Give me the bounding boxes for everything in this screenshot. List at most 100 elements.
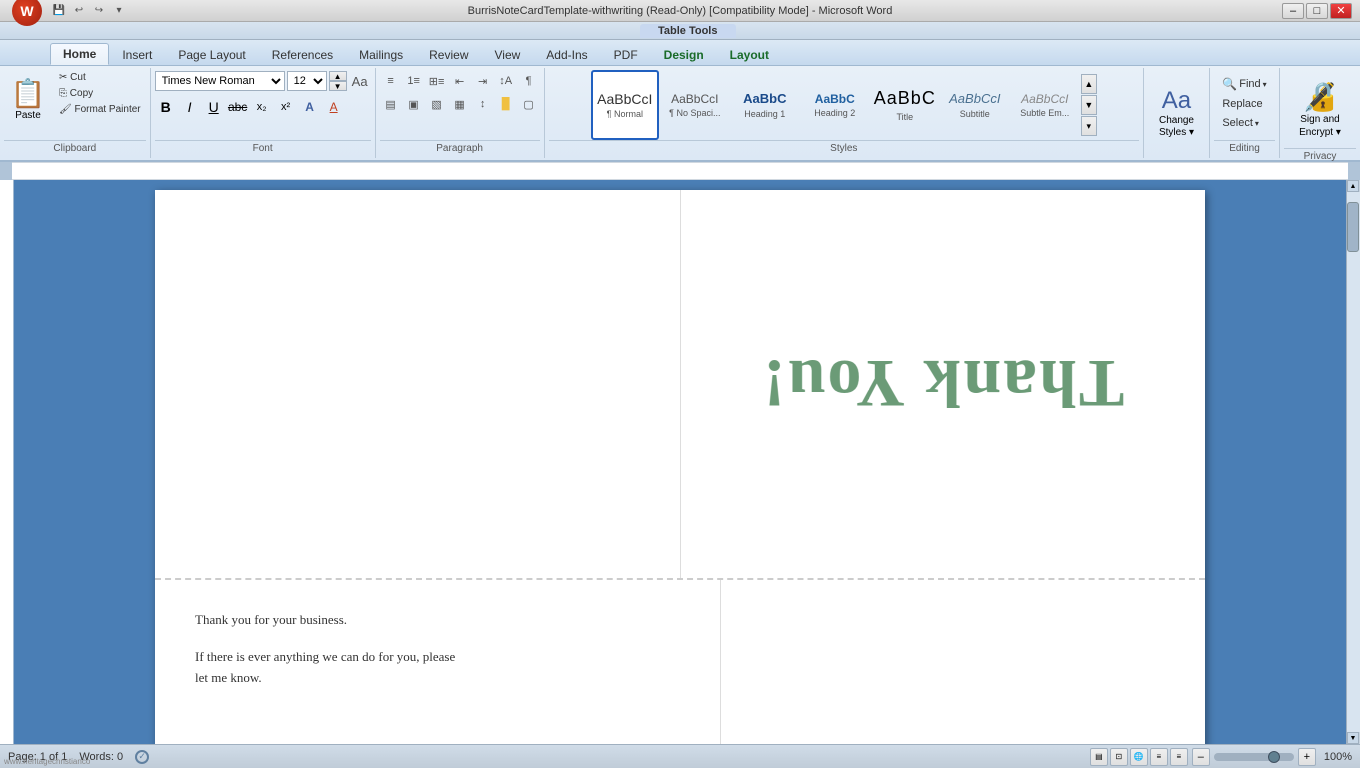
font-name-select[interactable]: Times New Roman	[155, 71, 285, 91]
zoom-slider[interactable]	[1214, 753, 1294, 761]
style-subtle-emphasis[interactable]: AaBbCcI Subtle Em...	[1011, 70, 1079, 140]
justify-button[interactable]: ▦	[449, 93, 471, 115]
tab-pdf[interactable]: PDF	[601, 44, 651, 65]
tab-page-layout[interactable]: Page Layout	[165, 44, 258, 65]
doc-text-line2: If there is ever anything we can do for …	[195, 647, 680, 668]
style-normal[interactable]: AaBbCcI ¶ Normal	[591, 70, 659, 140]
numbered-list-button[interactable]: 1≡	[403, 70, 425, 92]
align-right-button[interactable]: ▧	[426, 93, 448, 115]
spelling-check-icon[interactable]: ✓	[135, 750, 149, 764]
tab-review[interactable]: Review	[416, 44, 481, 65]
copy-button[interactable]: ⎘ Copy	[54, 86, 146, 101]
styles-scroll-down[interactable]: ▼	[1081, 95, 1097, 115]
tab-design[interactable]: Design	[651, 44, 717, 65]
align-center-button[interactable]: ▣	[403, 93, 425, 115]
customize-button[interactable]: ▾	[110, 2, 128, 20]
clear-format-button[interactable]: Aa	[349, 70, 371, 92]
find-button[interactable]: 🔍 Find ▾	[1217, 74, 1271, 94]
zoom-out-button[interactable]: –	[1192, 748, 1210, 766]
quick-access-toolbar: 💾 ↩ ↪ ▾	[50, 2, 128, 20]
save-button[interactable]: 💾	[50, 2, 68, 20]
maximize-button[interactable]: □	[1306, 3, 1328, 19]
sign-encrypt-button[interactable]: 🔏 Sign andEncrypt ▾	[1290, 74, 1350, 144]
paste-button[interactable]: 📋 Paste	[4, 70, 52, 128]
font-size-select[interactable]: 12	[287, 71, 327, 91]
shading-button[interactable]: █	[495, 93, 517, 115]
tab-layout[interactable]: Layout	[717, 44, 782, 65]
tab-home[interactable]: Home	[50, 43, 109, 65]
multilevel-list-button[interactable]: ⊞≡	[426, 70, 448, 92]
italic-button[interactable]: I	[179, 96, 201, 118]
scroll-track[interactable]	[1347, 192, 1360, 732]
font-label: Font	[155, 140, 371, 156]
print-layout-button[interactable]: ▤	[1090, 748, 1108, 766]
underline-button[interactable]: U	[203, 96, 225, 118]
ruler-left-margin	[0, 162, 12, 180]
change-styles-button[interactable]: Aa ChangeStyles ▾	[1152, 84, 1201, 142]
bold-button[interactable]: B	[155, 96, 177, 118]
styles-label: Styles	[549, 140, 1139, 156]
format-painter-button[interactable]: 🖌 Format Painter	[54, 102, 146, 117]
increase-indent-button[interactable]: ⇥	[472, 70, 494, 92]
superscript-button[interactable]: x²	[275, 96, 297, 118]
font-size-decrease-button[interactable]: ▼	[329, 81, 347, 91]
scroll-down-button[interactable]: ▼	[1347, 732, 1359, 744]
sign-encrypt-group: 🔏 Sign andEncrypt ▾ Privacy	[1280, 68, 1360, 158]
zoom-thumb[interactable]	[1268, 751, 1280, 763]
strikethrough-button[interactable]: abc	[227, 96, 249, 118]
decrease-indent-button[interactable]: ⇤	[449, 70, 471, 92]
tab-view[interactable]: View	[482, 44, 534, 65]
replace-button[interactable]: Replace	[1217, 95, 1271, 113]
tab-references[interactable]: References	[259, 44, 346, 65]
office-button[interactable]: W	[12, 0, 42, 26]
tab-mailings[interactable]: Mailings	[346, 44, 416, 65]
text-highlight-button[interactable]: A	[299, 96, 321, 118]
tab-insert[interactable]: Insert	[109, 44, 165, 65]
web-layout-button[interactable]: 🌐	[1130, 748, 1148, 766]
show-formatting-button[interactable]: ¶	[518, 70, 540, 92]
ribbon: 📋 Paste ✂ Cut ⎘ Copy 🖌 Format Painter Cl…	[0, 66, 1360, 162]
subscript-button[interactable]: x₂	[251, 96, 273, 118]
paste-label: Paste	[15, 110, 41, 121]
styles-scroll-up[interactable]: ▲	[1081, 74, 1097, 94]
style-title[interactable]: AaBbC Title	[871, 70, 939, 140]
vertical-scrollbar[interactable]: ▲ ▼	[1346, 180, 1360, 744]
undo-button[interactable]: ↩	[70, 2, 88, 20]
cut-button[interactable]: ✂ Cut	[54, 70, 146, 85]
style-h2-preview: AaBbC	[815, 92, 855, 106]
style-heading2[interactable]: AaBbC Heading 2	[801, 70, 869, 140]
scroll-thumb[interactable]	[1347, 202, 1359, 252]
styles-scroll-buttons: ▲ ▼ ▾	[1081, 74, 1097, 136]
page-top-left	[155, 190, 681, 578]
sort-button[interactable]: ↕A	[495, 70, 517, 92]
font-size-increase-button[interactable]: ▲	[329, 71, 347, 81]
paste-icon: 📋	[11, 77, 46, 110]
close-button[interactable]: ✕	[1330, 3, 1352, 19]
document-scroll-area[interactable]: Thank You! Thank you for your business. …	[14, 180, 1346, 744]
styles-group: AaBbCcI ¶ Normal AaBbCcI ¶ No Spaci... A…	[545, 68, 1144, 158]
zoom-in-button[interactable]: +	[1298, 748, 1316, 766]
style-no-spacing[interactable]: AaBbCcI ¶ No Spaci...	[661, 70, 729, 140]
style-subtle-label: Subtle Em...	[1020, 108, 1069, 118]
borders-button[interactable]: ▢	[518, 93, 540, 115]
draft-button[interactable]: ≡	[1170, 748, 1188, 766]
style-subtitle[interactable]: AaBbCcI Subtitle	[941, 70, 1009, 140]
bullet-list-button[interactable]: ≡	[380, 70, 402, 92]
select-button[interactable]: Select ▾	[1217, 114, 1271, 132]
styles-expand[interactable]: ▾	[1081, 116, 1097, 136]
style-heading1[interactable]: AaBbC Heading 1	[731, 70, 799, 140]
outline-button[interactable]: ≡	[1150, 748, 1168, 766]
full-screen-button[interactable]: ⊡	[1110, 748, 1128, 766]
line-spacing-button[interactable]: ↕	[472, 93, 494, 115]
style-nospace-label: ¶ No Spaci...	[669, 108, 720, 118]
zoom-level[interactable]: 100%	[1324, 751, 1352, 763]
style-subtle-preview: AaBbCcI	[1021, 92, 1068, 106]
tab-addins[interactable]: Add-Ins	[533, 44, 600, 65]
status-right: ▤ ⊡ 🌐 ≡ ≡ – + 100%	[1090, 748, 1352, 766]
scroll-up-button[interactable]: ▲	[1347, 180, 1359, 192]
redo-button[interactable]: ↪	[90, 2, 108, 20]
align-left-button[interactable]: ▤	[380, 93, 402, 115]
editing-label: Editing	[1214, 140, 1275, 156]
font-color-button[interactable]: A	[323, 96, 345, 118]
minimize-button[interactable]: –	[1282, 3, 1304, 19]
